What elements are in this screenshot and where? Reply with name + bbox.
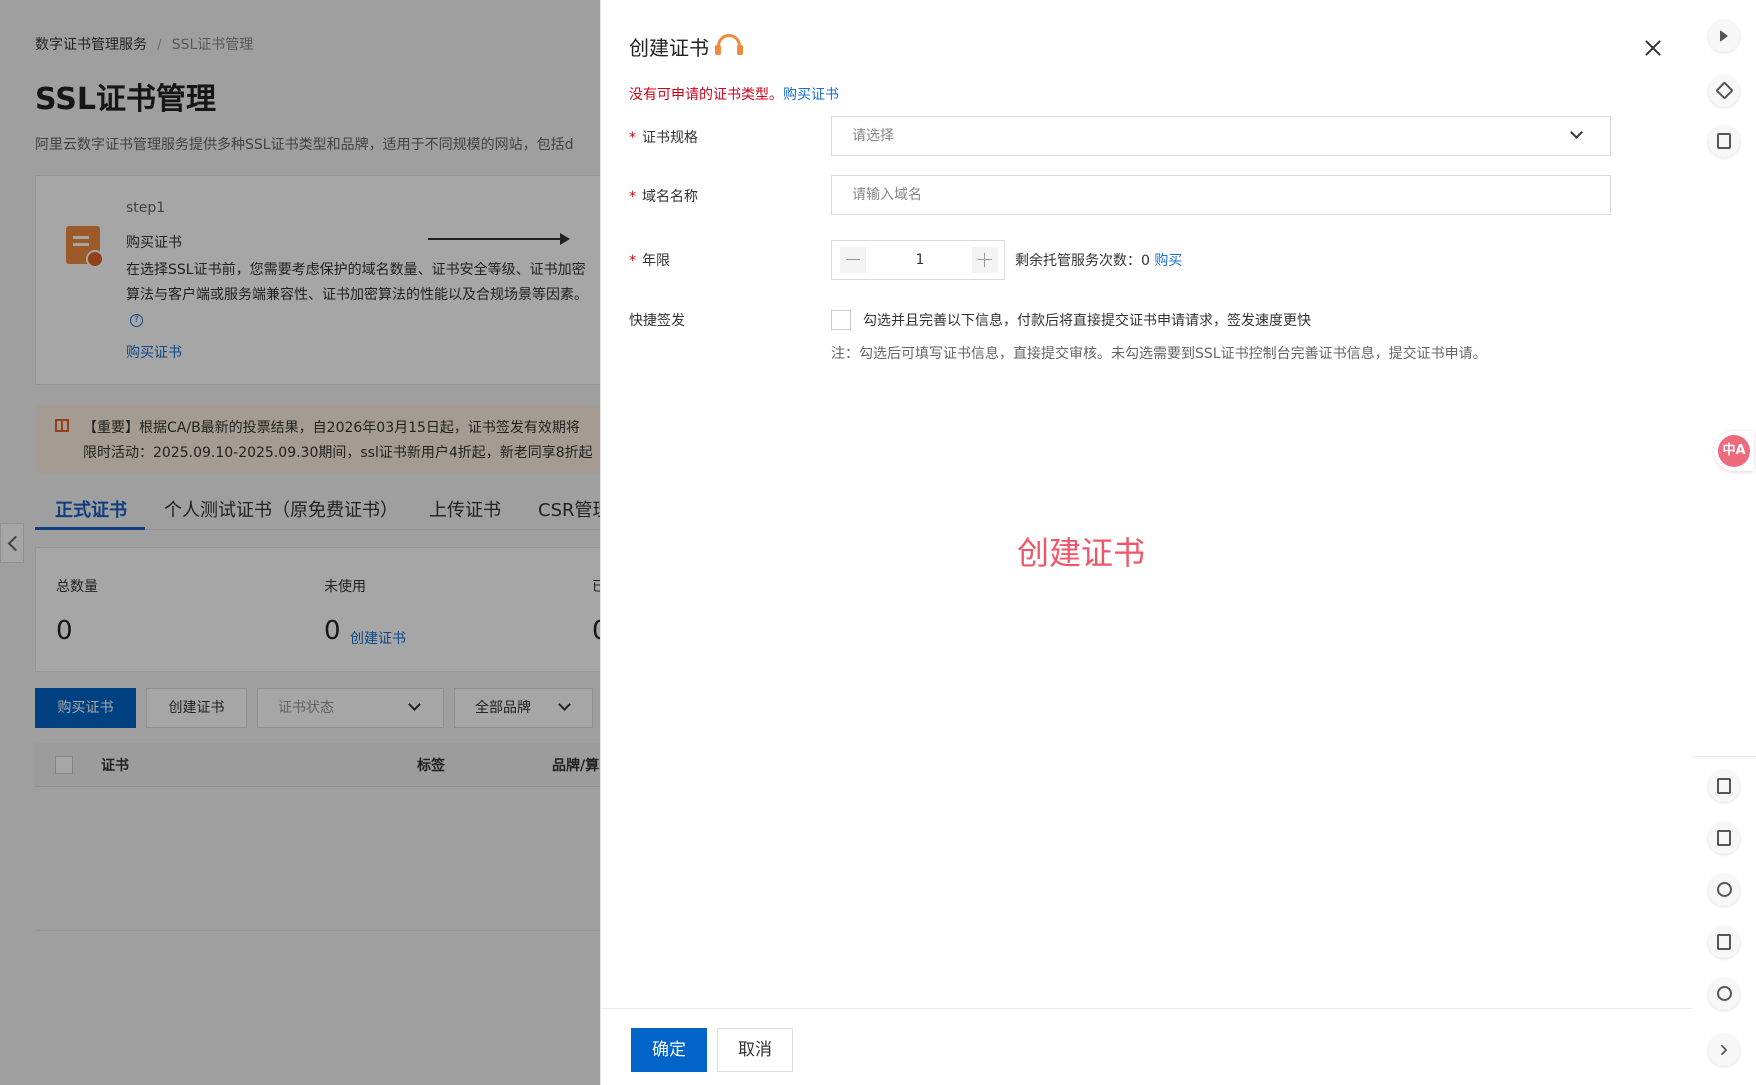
remaining-buy-link[interactable]: 购买 (1154, 253, 1182, 269)
decrement-button[interactable] (840, 247, 866, 273)
spec-label-text: 证书规格 (642, 130, 698, 146)
domain-input[interactable]: 请输入域名 (831, 175, 1611, 215)
translate-button[interactable]: 中A (1714, 431, 1754, 471)
chevron-right-icon-glyph (1716, 1044, 1728, 1056)
support-icon[interactable] (1708, 978, 1740, 1010)
remaining-text: 剩余托管服务次数：0 (1015, 253, 1150, 269)
chevron-down-icon (1570, 126, 1583, 139)
quick-issue-label: 快捷签发 (629, 313, 685, 329)
domain-label: * 域名名称 (629, 189, 698, 205)
years-label-text: 年限 (642, 253, 670, 269)
notes-icon[interactable] (1708, 125, 1740, 157)
headset-icon[interactable] (715, 34, 743, 55)
create-certificate-drawer: 创建证书 没有可申请的证书类型。购买证书 * 证书规格 请选择 * 域名名称 请输入… (600, 0, 1693, 1085)
spec-select[interactable]: 请选择 (831, 116, 1611, 156)
document-icon[interactable] (1708, 770, 1740, 802)
edit-icon[interactable] (1708, 926, 1740, 958)
gear-icon[interactable] (1708, 874, 1740, 906)
cursor-icon-glyph (1720, 30, 1728, 42)
gear-icon-glyph (1717, 882, 1732, 897)
drawer-title: 创建证书 (629, 36, 709, 60)
spec-label: * 证书规格 (629, 130, 698, 146)
watermark-text: 创建证书 (1017, 534, 1146, 572)
certificate-tool-icon-glyph (1717, 830, 1731, 846)
cursor-icon[interactable] (1708, 20, 1740, 52)
modal-mask[interactable] (0, 0, 600, 1085)
years-label: * 年限 (629, 253, 670, 269)
notes-icon-glyph (1717, 133, 1731, 149)
quick-issue-checkbox[interactable] (831, 310, 851, 330)
cube-icon-glyph (1715, 81, 1734, 100)
quick-issue-note: 注：勾选后可填写证书信息，直接提交审核。未勾选需要到SSL证书控制台完善证书信息… (831, 346, 1487, 362)
rail-divider (1692, 756, 1756, 757)
right-rail: 中A (1692, 0, 1756, 1085)
chevron-right-icon[interactable] (1708, 1034, 1740, 1066)
document-icon-glyph (1717, 778, 1731, 794)
domain-input-placeholder: 请输入域名 (852, 187, 922, 203)
certificate-tool-icon[interactable] (1708, 822, 1740, 854)
years-value[interactable]: 1 (872, 241, 968, 279)
warning-text: 没有可申请的证书类型。 (629, 87, 783, 103)
translate-icon: 中A (1718, 435, 1750, 467)
years-stepper[interactable]: 1 (831, 240, 1005, 280)
support-icon-glyph (1717, 986, 1732, 1001)
increment-button[interactable] (972, 247, 998, 273)
remaining-hosting-count: 剩余托管服务次数：0 购买 (1015, 250, 1182, 270)
warning-buy-link[interactable]: 购买证书 (783, 87, 839, 103)
cancel-button[interactable]: 取消 (717, 1028, 793, 1072)
spec-select-placeholder: 请选择 (852, 128, 894, 144)
cube-icon[interactable] (1708, 75, 1740, 107)
warning-message: 没有可申请的证书类型。购买证书 (629, 84, 839, 104)
close-icon[interactable] (1643, 38, 1663, 58)
domain-label-text: 域名名称 (642, 189, 698, 205)
confirm-button[interactable]: 确定 (631, 1028, 707, 1072)
drawer-footer-divider (601, 1008, 1693, 1009)
edit-icon-glyph (1717, 934, 1731, 950)
quick-issue-text: 勾选并且完善以下信息，付款后将直接提交证书申请请求，签发速度更快 (863, 313, 1311, 329)
